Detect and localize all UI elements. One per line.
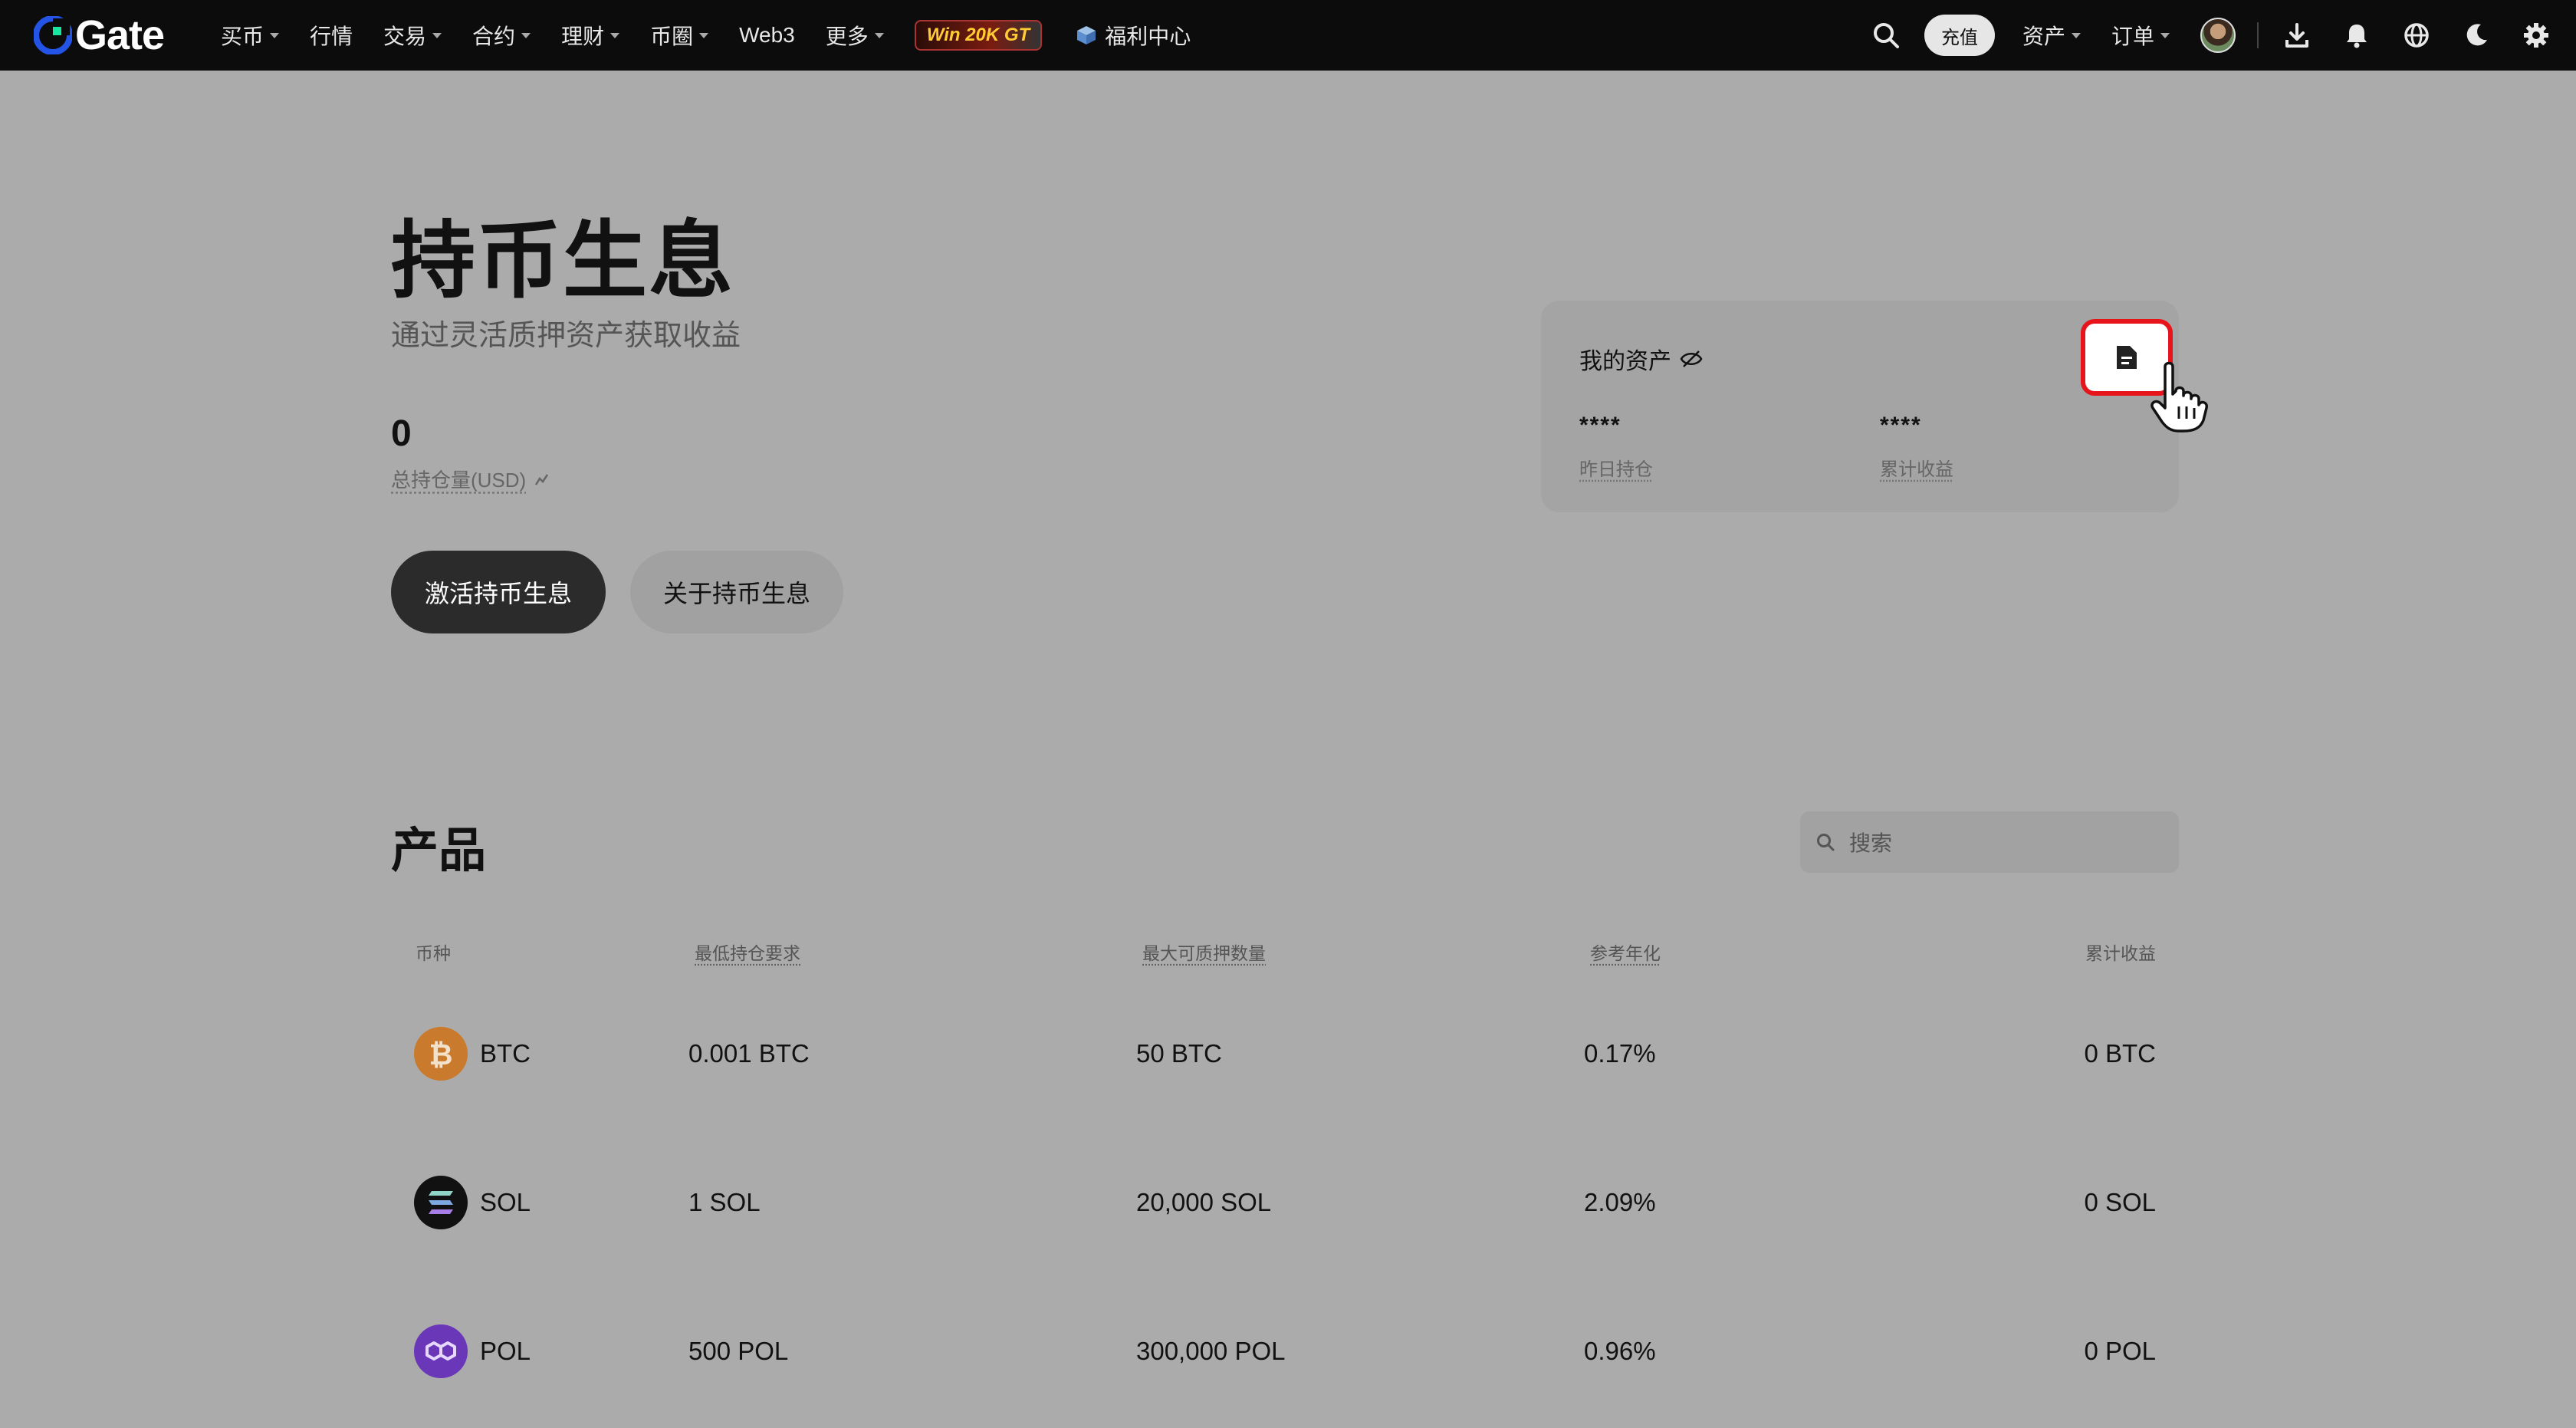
products-title: 产品 [391,824,487,877]
earnings: 0 BTC [2084,1039,2156,1068]
nav-divider [2257,22,2259,48]
deposit-button[interactable]: 充值 [1924,15,1995,56]
table-row[interactable]: SOL 1 SOL 20,000 SOL 2.09% 0 SOL [0,1164,2576,1241]
search-placeholder: 搜索 [1849,831,1893,855]
my-assets-title: 我的资产 [1579,342,1704,376]
gate-logo-icon [34,16,72,54]
search-icon[interactable] [1871,20,1901,51]
nav-label: 订单 [2111,25,2154,48]
download-icon[interactable] [2282,20,2312,51]
logo-text: Gate [75,12,165,58]
activate-button[interactable]: 激活持币生息 [391,551,606,633]
table-row[interactable]: POL 500 POL 300,000 POL 0.96% 0 POL [0,1313,2576,1390]
nav-square[interactable]: 币圈 [650,20,709,51]
col-header-min-holding[interactable]: 最低持仓要求 [695,939,800,965]
apr: 0.96% [1584,1337,1656,1365]
moon-icon[interactable] [2461,20,2492,51]
sol-coin-icon [414,1176,468,1229]
nav-label: 行情 [310,25,353,48]
search-input[interactable]: 搜索 [1800,811,2179,873]
promo-banner[interactable]: Win 20K GT [914,20,1043,51]
pol-coin-icon [414,1324,468,1378]
eye-off-icon[interactable] [1679,349,1704,369]
nav-label: 资产 [2022,25,2065,48]
nav-buy-crypto[interactable]: 买币 [221,20,280,51]
page-title: 持币生息 [391,214,734,308]
chevron-down-icon [270,32,280,38]
chevron-down-icon [610,32,620,38]
chevron-down-icon [2160,32,2170,38]
chevron-down-icon [874,32,884,38]
nav-label: 更多 [825,25,869,48]
chart-icon[interactable] [534,471,550,488]
nav-label: Web3 [739,23,795,47]
chevron-down-icon [699,32,709,38]
yesterday-holdings-value: **** [1579,413,1622,438]
cumulative-earnings-value: **** [1880,413,1922,438]
min-holding: 500 POL [688,1337,789,1365]
max-stake: 50 BTC [1136,1039,1222,1068]
earnings: 0 POL [2084,1337,2156,1365]
nav-futures[interactable]: 合约 [472,20,531,51]
my-assets-title-text: 我的资产 [1579,349,1671,374]
bell-icon[interactable] [2341,20,2372,51]
nav-markets[interactable]: 行情 [310,20,353,51]
col-header-earnings: 累计收益 [2085,943,2156,963]
gift-box-icon [1077,26,1096,44]
main-nav: 买币 行情 交易 合约 理财 币圈 Web3 更多 Win 20K GT 福利中… [221,0,1221,71]
nav-welfare-center[interactable]: 福利中心 [1076,20,1191,51]
yesterday-holdings-label: 昨日持仓 [1579,459,1653,480]
cumulative-earnings-label: 累计收益 [1880,459,1953,480]
chevron-down-icon [521,32,531,38]
col-header-coin: 币种 [416,943,451,963]
nav-earn[interactable]: 理财 [561,20,620,51]
nav-assets[interactable]: 资产 [2022,20,2081,51]
max-stake: 20,000 SOL [1136,1188,1272,1216]
top-navbar: Gate 买币 行情 交易 合约 理财 币圈 Web3 更多 Win 20K G… [0,0,2576,71]
nav-label: 币圈 [650,25,694,48]
earnings: 0 SOL [2084,1188,2156,1216]
coin-name: BTC [480,1039,531,1068]
min-holding: 0.001 BTC [688,1039,810,1068]
nav-orders[interactable]: 订单 [2111,20,2170,51]
document-icon [2117,346,2137,369]
min-holding: 1 SOL [688,1188,761,1216]
nav-label: 买币 [221,25,264,48]
chevron-down-icon [2071,32,2081,38]
gear-icon[interactable] [2521,20,2551,51]
nav-more[interactable]: 更多 [826,20,884,51]
nav-label: 合约 [472,25,516,48]
total-holdings-label[interactable]: 总持仓量(USD) [391,465,550,493]
coin-name: POL [480,1337,531,1365]
page-subtitle: 通过灵活质押资产获取收益 [391,320,741,352]
avatar[interactable] [2200,18,2236,53]
total-holdings-label-text: 总持仓量(USD) [391,469,527,492]
apr: 0.17% [1584,1039,1656,1068]
col-header-max-stake[interactable]: 最大可质押数量 [1142,939,1266,965]
col-header-apr[interactable]: 参考年化 [1590,939,1661,965]
nav-trade[interactable]: 交易 [383,20,442,51]
nav-label: 福利中心 [1105,25,1191,48]
btc-coin-icon: ₿ [414,1027,468,1081]
nav-right: 充值 资产 订单 [1871,0,2576,71]
total-holdings-value: 0 [391,413,412,454]
coin-name: SOL [480,1188,531,1216]
svg-text:₿: ₿ [429,1038,453,1071]
nav-label: 交易 [383,25,427,48]
gate-logo[interactable]: Gate [34,12,165,58]
apr: 2.09% [1584,1188,1656,1216]
nav-web3[interactable]: Web3 [739,23,795,48]
chevron-down-icon [432,32,442,38]
globe-icon[interactable] [2401,20,2432,51]
about-button[interactable]: 关于持币生息 [630,551,843,633]
hand-pointer-icon [2150,361,2208,433]
max-stake: 300,000 POL [1136,1337,1286,1365]
table-row[interactable]: ₿ BTC 0.001 BTC 50 BTC 0.17% 0 BTC [0,1015,2576,1092]
search-icon [1817,834,1835,851]
nav-label: 理财 [561,25,605,48]
